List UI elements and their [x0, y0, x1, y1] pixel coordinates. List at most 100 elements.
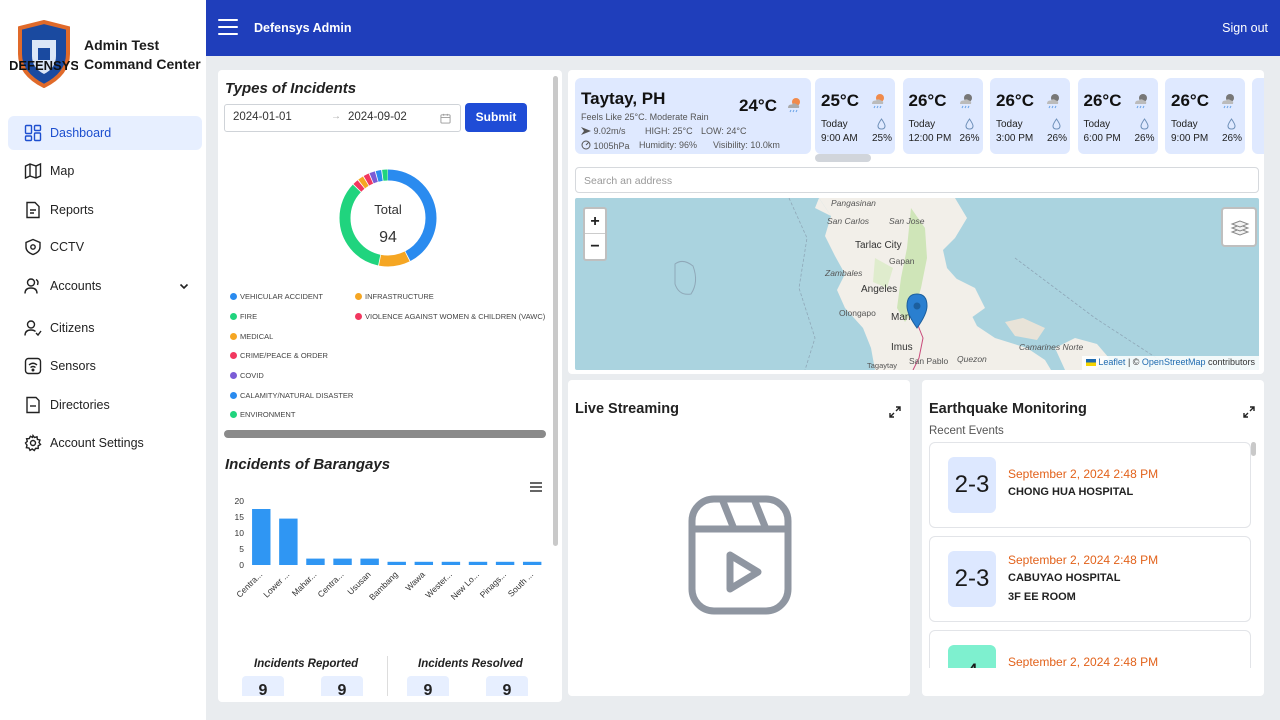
- calendar-icon[interactable]: [440, 113, 451, 124]
- event-location-detail: 3F EE ROOM: [1008, 591, 1076, 603]
- sidebar-item-label: Directories: [50, 398, 110, 412]
- pressure-gauge-icon: [581, 140, 591, 150]
- sidebar-item-map[interactable]: Map: [8, 154, 202, 188]
- legend-item[interactable]: COVID: [230, 371, 264, 380]
- y-tick-label: 15: [235, 512, 245, 522]
- chevron-down-icon[interactable]: [178, 280, 190, 292]
- map-attribution: Leaflet | © OpenStreetMap contributors: [1081, 356, 1259, 370]
- legend-item[interactable]: MEDICAL: [230, 332, 273, 341]
- gear-icon: [24, 434, 42, 452]
- weather-humidity: Humidity: 96%: [639, 140, 698, 150]
- legend-swatch: [230, 352, 237, 359]
- bar-3[interactable]: [333, 558, 352, 565]
- earthquake-event-card[interactable]: 2-3 September 2, 2024 2:48 PM CHONG HUA HO…: [929, 442, 1251, 528]
- legend-item[interactable]: FIRE: [230, 312, 257, 321]
- map-layers-button[interactable]: [1221, 207, 1257, 247]
- raindrop-icon: [964, 118, 974, 130]
- bar-4[interactable]: [360, 558, 379, 565]
- sidebar-item-reports[interactable]: Reports: [8, 193, 202, 227]
- ukraine-flag-icon: [1085, 359, 1096, 366]
- legend-label: INFRASTRUCTURE: [365, 292, 434, 301]
- osm-link[interactable]: OpenStreetMap: [1142, 357, 1206, 367]
- bar-8[interactable]: [468, 561, 488, 565]
- map-label: Angeles: [861, 284, 897, 295]
- sidebar-item-dashboard[interactable]: Dashboard: [8, 116, 202, 150]
- horizontal-scrollbar[interactable]: [224, 430, 546, 438]
- rain-cloud-icon: [872, 94, 884, 109]
- forecast-temp: 26°C: [908, 91, 947, 110]
- earthquake-event-card[interactable]: 4September 2, 2024 2:48 PMBALANGA CITY H…: [929, 630, 1251, 668]
- forecast-card-partial: [1252, 78, 1264, 154]
- accounts-icon: [24, 278, 39, 294]
- forecast-day: Today: [1171, 119, 1198, 130]
- legend-item[interactable]: VEHICULAR ACCIDENT: [230, 292, 323, 301]
- map-label: Gapan: [889, 256, 915, 266]
- bar-9[interactable]: [495, 561, 515, 565]
- legend-item[interactable]: ENVIRONMENT: [230, 410, 295, 419]
- bar-10[interactable]: [522, 561, 542, 565]
- address-search-input[interactable]: Search an address: [575, 167, 1259, 193]
- rain-cloud-icon: [788, 98, 800, 113]
- legend-item[interactable]: CRIME/PEACE & ORDER: [230, 351, 328, 360]
- panel-scrollbar[interactable]: [553, 76, 558, 546]
- brand-name-line1: Admin Test: [84, 37, 160, 53]
- forecast-day: Today: [821, 119, 848, 130]
- bar-0[interactable]: [252, 509, 271, 565]
- event-list-scrollbar[interactable]: [1251, 442, 1256, 456]
- map-label: Camarines Norte: [1019, 342, 1084, 352]
- earthquake-title: Earthquake Monitoring: [929, 401, 1087, 417]
- bar-7[interactable]: [441, 561, 461, 565]
- legend-item[interactable]: VIOLENCE AGAINST WOMEN & CHILDREN (VAWC): [355, 312, 545, 321]
- legend-label: COVID: [240, 371, 264, 380]
- event-date: September 2, 2024 2:48 PM: [1008, 467, 1159, 481]
- incident-types-donut-chart: Total 94: [339, 169, 437, 267]
- start-date-input[interactable]: 2024-01-01: [233, 111, 292, 123]
- weather-feels-like: Feels Like 25°C. Moderate Rain: [581, 112, 709, 122]
- forecast-temp: 25°C: [821, 91, 859, 110]
- sidebar-item-accounts[interactable]: Accounts: [8, 269, 202, 303]
- forecast-time: 6:00 PM: [1083, 133, 1121, 144]
- donut-total-value: 94: [379, 229, 397, 246]
- bar-5[interactable]: [387, 561, 406, 565]
- zoom-out-button[interactable]: −: [585, 234, 605, 259]
- incidents-resolved-title: Incidents Resolved: [418, 658, 523, 670]
- legend-swatch: [230, 333, 237, 340]
- citizens-icon: [24, 320, 42, 337]
- x-tick-label: Pinags...: [478, 569, 508, 599]
- end-date-input[interactable]: 2024-09-02: [348, 111, 407, 123]
- forecast-scrollbar[interactable]: [815, 154, 871, 162]
- weather-city: Taytay, PH: [581, 89, 666, 108]
- legend-item[interactable]: INFRASTRUCTURE: [355, 292, 434, 301]
- bar-2[interactable]: [306, 558, 325, 565]
- recent-events-label: Recent Events: [929, 425, 1004, 437]
- earthquake-event-card[interactable]: 2-3 September 2, 2024 2:48 PM CABUYAO HOSP…: [929, 536, 1251, 622]
- sign-out-button[interactable]: Sign out: [1222, 21, 1268, 35]
- legend-item[interactable]: CALAMITY/NATURAL DISASTER: [230, 391, 353, 400]
- hamburger-menu-icon[interactable]: [218, 19, 238, 37]
- brand-name: Admin Test Command Center: [84, 36, 204, 74]
- leaflet-link[interactable]: Leaflet: [1098, 357, 1125, 367]
- bar-1[interactable]: [279, 518, 298, 565]
- cctv-icon: [25, 238, 41, 256]
- bar-6[interactable]: [414, 561, 434, 565]
- expand-icon[interactable]: [1243, 406, 1255, 418]
- sidebar-item-citizens[interactable]: Citizens: [8, 311, 202, 345]
- incident-map[interactable]: Pangasinan San Carlos San Jose Tarlac Ci…: [575, 198, 1259, 370]
- current-weather-card: Taytay, PH 24°C Feels Like 25°C. Moderat…: [575, 78, 811, 154]
- weather-map-panel: Taytay, PH 24°C Feels Like 25°C. Moderat…: [568, 70, 1264, 374]
- video-reel-icon: [688, 495, 792, 615]
- defensys-logo: DEFENSYS: [10, 20, 78, 88]
- legend-label: FIRE: [240, 312, 258, 321]
- sensors-icon: [24, 357, 42, 375]
- event-date: September 2, 2024 2:48 PM: [1008, 655, 1159, 668]
- map-label: San Jose: [889, 216, 925, 226]
- sidebar-item-directories[interactable]: Directories: [8, 388, 202, 422]
- sidebar-item-sensors[interactable]: Sensors: [8, 349, 202, 383]
- sidebar-item-cctv[interactable]: CCTV: [8, 230, 202, 264]
- sidebar-item-account-settings[interactable]: Account Settings: [8, 426, 202, 460]
- expand-icon[interactable]: [889, 406, 901, 418]
- legend-label: MEDICAL: [240, 332, 274, 341]
- date-range-picker[interactable]: 2024-01-01 → 2024-09-02: [224, 104, 461, 132]
- submit-button[interactable]: Submit: [465, 103, 527, 132]
- zoom-in-button[interactable]: +: [585, 209, 605, 234]
